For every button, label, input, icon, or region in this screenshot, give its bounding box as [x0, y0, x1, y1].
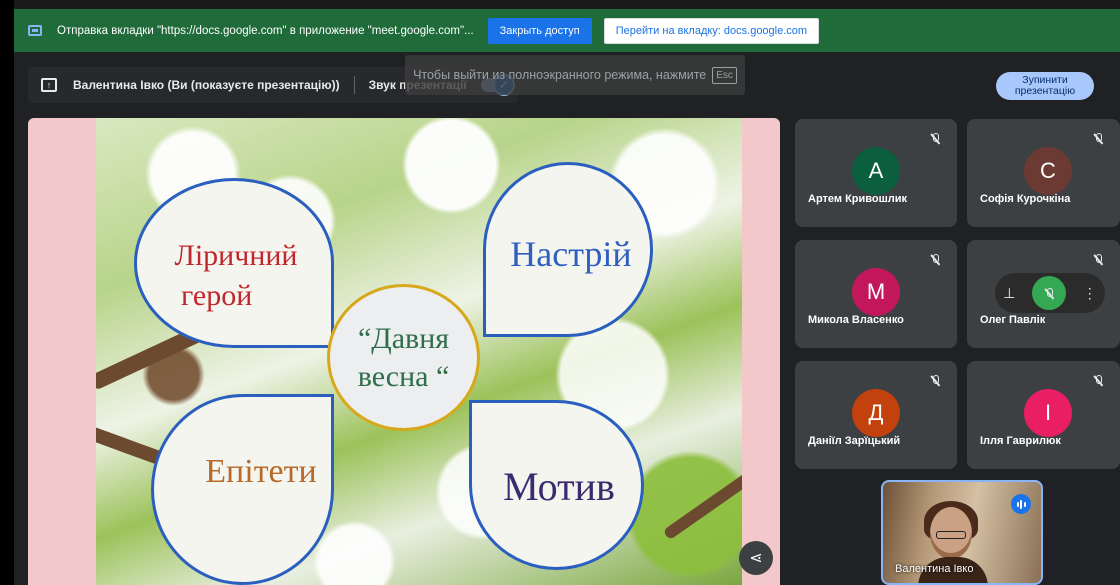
- meet-window: Отправка вкладки "https://docs.google.co…: [0, 0, 1120, 585]
- mic-off-icon: [1045, 287, 1054, 299]
- self-name: Валентина Івко: [895, 563, 974, 575]
- presentation-slide: Ліричний герой Настрій Епітети Мотив “Да…: [28, 118, 780, 585]
- more-vert-icon[interactable]: ⋮: [1083, 285, 1097, 302]
- mic-off-icon: [1094, 133, 1108, 147]
- lyrical-hero-line2: герой: [181, 279, 253, 312]
- participant-tile[interactable]: А Артем Кривошлик: [795, 119, 957, 227]
- fullscreen-hint-text: Чтобы выйти из полноэкранного режима, на…: [413, 68, 707, 82]
- mic-off-icon: [931, 254, 945, 268]
- mic-off-icon: [931, 133, 945, 147]
- presenter-name: Валентина Івко (Ви (показуєте презентаці…: [73, 78, 340, 92]
- participant-name: Микола Власенко: [808, 314, 904, 326]
- mic-off-icon: [1094, 254, 1108, 268]
- participant-tile[interactable]: С Софія Курочкіна: [967, 119, 1120, 227]
- participant-name: Олег Павлік: [980, 314, 1046, 326]
- petal-epithets-text: Епітети: [205, 453, 317, 490]
- goto-tab-button[interactable]: Перейти на вкладку: docs.google.com: [603, 17, 820, 44]
- stop-presentation-line2: презентацію: [1014, 85, 1076, 97]
- center-circle: “Давня весна “: [327, 284, 480, 431]
- participant-name: Артем Кривошлик: [808, 193, 908, 205]
- petal-mood-text: Настрій: [510, 234, 632, 274]
- share-icon: ⋖: [749, 550, 763, 567]
- avatar: С: [1024, 147, 1072, 195]
- close-access-button[interactable]: Закрыть доступ: [487, 17, 592, 44]
- avatar: А: [852, 147, 900, 195]
- pin-icon[interactable]: ⊥: [1003, 285, 1015, 302]
- participant-tile[interactable]: Д Даніїл Зарїцький: [795, 361, 957, 469]
- petal-motif-text: Мотив: [503, 464, 615, 509]
- sharing-message: Отправка вкладки "https://docs.google.co…: [57, 24, 474, 37]
- left-edge: [0, 0, 14, 585]
- tile-hover-controls: ⊥ ⋮: [995, 273, 1105, 313]
- present-to-all-icon: [28, 25, 42, 36]
- petal-lyrical-hero-text: Ліричний герой: [141, 236, 331, 316]
- participant-tile[interactable]: І Ілля Гаврилюк: [967, 361, 1120, 469]
- fullscreen-hint: Чтобы выйти из полноэкранного режима, на…: [405, 55, 745, 95]
- lyrical-hero-line1: Ліричний: [174, 239, 298, 272]
- blossom-background-image: Ліричний герой Настрій Епітети Мотив “Да…: [96, 118, 742, 585]
- divider: [353, 76, 355, 94]
- mic-off-icon: [1094, 375, 1108, 389]
- avatar: М: [852, 268, 900, 316]
- center-text: “Давня весна “: [358, 320, 450, 396]
- present-icon: ↑: [41, 78, 57, 92]
- self-video-tile[interactable]: Валентина Івко: [881, 480, 1043, 585]
- avatar: І: [1024, 389, 1072, 437]
- esc-key-label: Esc: [712, 66, 737, 84]
- participant-name: Даніїл Зарїцький: [808, 435, 901, 447]
- participant-name: Софія Курочкіна: [980, 193, 1071, 205]
- top-edge: [14, 0, 1120, 9]
- mute-participant-button[interactable]: [1032, 276, 1067, 310]
- participant-tile[interactable]: М Микола Власенко: [795, 240, 957, 348]
- avatar: Д: [852, 389, 900, 437]
- mic-off-icon: [931, 375, 945, 389]
- audio-level-icon: [1011, 494, 1031, 514]
- center-line1: “Давня: [357, 321, 450, 355]
- share-button[interactable]: ⋖: [739, 541, 773, 575]
- branch: [662, 467, 742, 541]
- stop-presentation-button[interactable]: Зупинити презентацію: [996, 72, 1094, 100]
- tab-sharing-bar: Отправка вкладки "https://docs.google.co…: [14, 9, 1120, 52]
- participant-name: Ілля Гаврилюк: [980, 435, 1061, 447]
- center-line2: весна “: [357, 359, 450, 393]
